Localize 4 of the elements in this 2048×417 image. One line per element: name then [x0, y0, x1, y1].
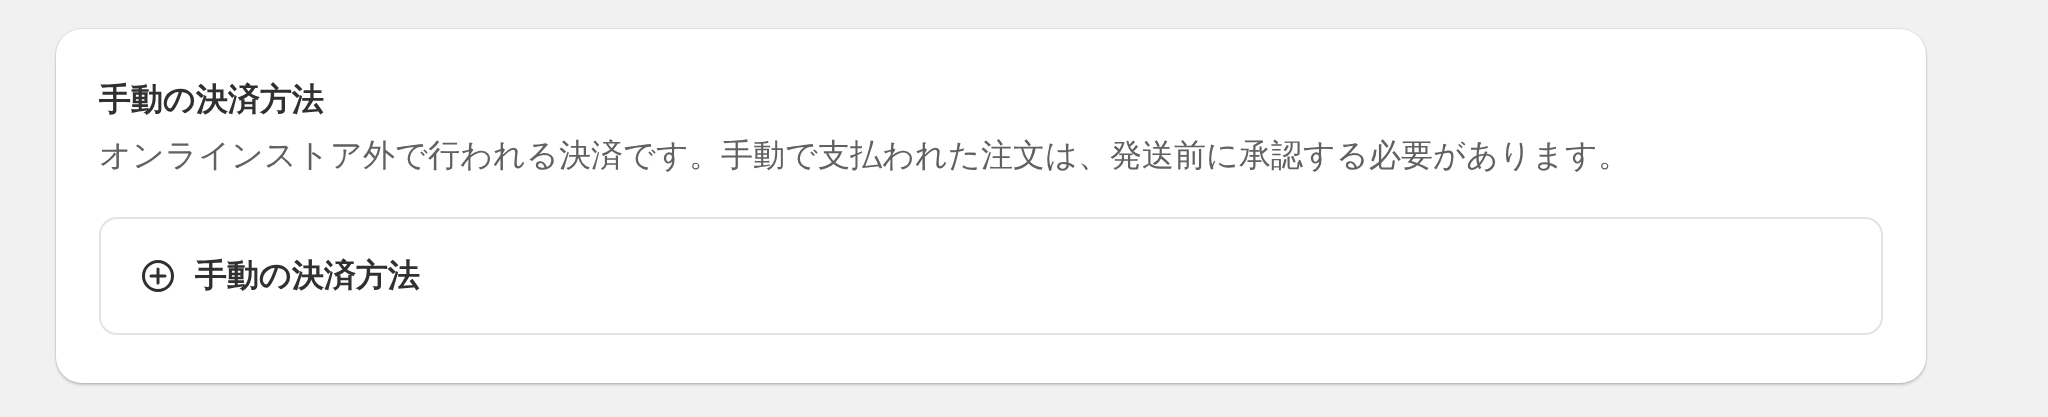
add-payment-method-button[interactable]: 手動の決済方法 — [99, 217, 1883, 335]
section-description: オンラインストア外で行われる決済です。手動で支払われた注文は、発送前に承認する必要があります。 — [99, 136, 1631, 175]
add-circle-icon — [141, 259, 175, 293]
section-title: 手動の決済方法 — [99, 80, 325, 119]
